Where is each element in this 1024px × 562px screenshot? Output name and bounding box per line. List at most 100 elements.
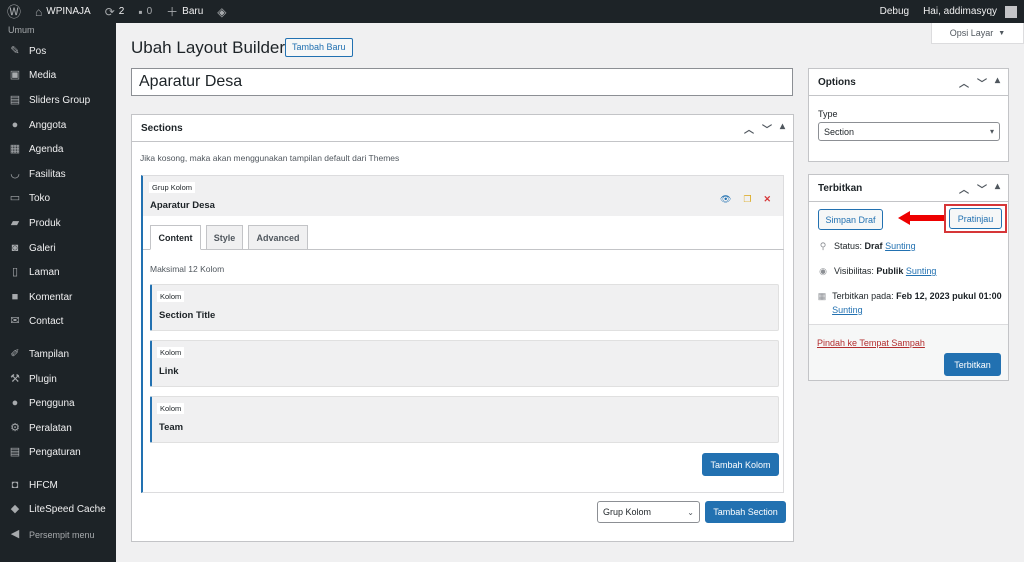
sidebar-item-label: Pos: [29, 45, 47, 57]
toggle-icon[interactable]: ▴: [780, 121, 785, 136]
comments-link[interactable]: ▪ 0: [131, 0, 159, 23]
post-title-input[interactable]: Aparatur Desa: [131, 68, 793, 96]
add-column-button[interactable]: Tambah Kolom: [702, 453, 779, 476]
eye-icon: ◉: [819, 266, 827, 276]
publish-box-header: Terbitkan ︿ ﹀ ▴: [809, 175, 1008, 202]
pin-icon: ✎: [10, 44, 20, 57]
sidebar-item-galeri[interactable]: ◙ Galeri: [0, 236, 116, 261]
wordpress-logo-button[interactable]: Ⓦ: [0, 0, 28, 23]
move-down-icon[interactable]: ﹀: [977, 75, 987, 90]
robot-icon: ◘: [11, 478, 19, 491]
users-icon: ●: [11, 397, 19, 410]
debug-link[interactable]: Debug: [873, 0, 916, 23]
sidebar-item-laman[interactable]: ▯ Laman: [0, 260, 116, 285]
move-up-icon[interactable]: ︿: [959, 181, 969, 196]
sidebar-item-agenda[interactable]: ▦ Agenda: [0, 137, 116, 162]
sidebar-item-label: Komentar: [29, 291, 73, 303]
sidebar-item-label: Produk: [29, 217, 61, 229]
column-item[interactable]: Kolom Link: [150, 340, 779, 387]
status-label: Status:: [834, 241, 863, 251]
edit-status-link[interactable]: Sunting: [885, 241, 916, 251]
collapse-label: Persempit menu: [29, 529, 95, 540]
updates-link[interactable]: ⟳ 2: [98, 0, 132, 23]
new-content-link[interactable]: ＋ Baru: [159, 0, 210, 23]
brush-icon: ✐: [10, 347, 20, 360]
type-select-value: Section: [824, 126, 855, 137]
sidebar-item-tampilan[interactable]: ✐ Tampilan: [0, 342, 116, 367]
move-up-icon[interactable]: ︿: [744, 121, 754, 136]
sidebar-item-media[interactable]: ▣ Media: [0, 64, 116, 89]
edit-date-link[interactable]: Sunting: [832, 305, 863, 315]
add-new-button[interactable]: Tambah Baru: [285, 38, 353, 57]
sidebar-item-pengaturan[interactable]: ▤ Pengaturan: [0, 441, 116, 466]
collapse-menu-button[interactable]: ◀ Persempit menu: [0, 522, 116, 547]
litespeed-bar-button[interactable]: ◈: [210, 0, 233, 23]
section-type-select[interactable]: Grup Kolom ⌄: [597, 501, 700, 523]
comment-icon: ■: [11, 290, 19, 303]
tab-content[interactable]: Content: [150, 225, 201, 250]
calendar-icon: ▦: [9, 143, 21, 156]
toggle-icon[interactable]: ▴: [995, 181, 1000, 196]
max-columns-note: Maksimal 12 Kolom: [150, 264, 225, 274]
type-select[interactable]: Section ▾: [818, 122, 1000, 141]
sidebar-item-label: Tampilan: [29, 348, 70, 360]
column-item[interactable]: Kolom Section Title: [150, 284, 779, 331]
column-group-header[interactable]: Grup Kolom Aparatur Desa 👁 ❐ ✕: [143, 176, 783, 216]
edit-visibility-link[interactable]: Sunting: [906, 266, 937, 276]
sidebar-item-label: Laman: [29, 267, 60, 279]
sidebar-item-sliders-group[interactable]: ▤ Sliders Group: [0, 88, 116, 113]
store-icon: ▭: [9, 192, 21, 205]
mail-icon: ✉: [10, 315, 20, 328]
sidebar-item-fasilitas[interactable]: ◡ Fasilitas: [0, 162, 116, 187]
page-icon: ▯: [11, 266, 19, 279]
sidebar-item-toko[interactable]: ▭ Toko: [0, 187, 116, 212]
tab-style[interactable]: Style: [206, 225, 243, 250]
site-name-link[interactable]: ⌂ WPINAJA: [28, 0, 98, 23]
calendar-icon: ▦: [817, 291, 827, 301]
sidebar-item-pengguna[interactable]: ● Pengguna: [0, 391, 116, 416]
sidebar-item-produk[interactable]: ▰ Produk: [0, 211, 116, 236]
collapse-icon: ◀: [10, 528, 20, 541]
visibility-row: ◉ Visibilitas: Publik Sunting: [817, 264, 1002, 278]
column-title: Section Title: [159, 310, 216, 321]
sidebar-item-hfcm[interactable]: ◘ HFCM: [0, 473, 116, 498]
toggle-icon[interactable]: ▴: [995, 75, 1000, 90]
updates-count: 2: [118, 6, 125, 17]
duplicate-icon[interactable]: ❐: [743, 194, 751, 205]
sidebar-item-contact[interactable]: ✉ Contact: [0, 310, 116, 335]
screen-options-button[interactable]: Opsi Layar ▼: [931, 23, 1024, 44]
tab-advanced[interactable]: Advanced: [248, 225, 308, 250]
move-down-icon[interactable]: ﹀: [977, 181, 987, 196]
column-item[interactable]: Kolom Team: [150, 396, 779, 443]
column-group-title: Aparatur Desa: [150, 200, 215, 211]
move-up-icon[interactable]: ︿: [959, 75, 969, 90]
published-value: Feb 12, 2023 pukul 01:00: [896, 291, 1002, 301]
sidebar-item-pos[interactable]: ✎ Pos: [0, 39, 116, 64]
move-down-icon[interactable]: ﹀: [762, 121, 772, 136]
home-icon: ⌂: [35, 4, 43, 19]
publish-box-title: Terbitkan: [818, 182, 863, 194]
diamond-icon: ◆: [10, 503, 20, 516]
publish-button[interactable]: Terbitkan: [944, 353, 1001, 376]
preview-button[interactable]: Pratinjau: [949, 208, 1002, 229]
site-name: WPINAJA: [46, 6, 91, 17]
screen-options-label: Opsi Layar: [949, 28, 994, 38]
account-menu[interactable]: Hai, addimasyqy: [916, 0, 1024, 23]
camera-icon: ◙: [11, 241, 19, 254]
sidebar-item-litespeed-cache[interactable]: ◆ LiteSpeed Cache: [0, 498, 116, 523]
sidebar-item-plugin[interactable]: ⚒ Plugin: [0, 367, 116, 392]
delete-icon[interactable]: ✕: [763, 194, 771, 205]
eye-icon[interactable]: 👁: [720, 194, 731, 205]
add-section-button[interactable]: Tambah Section: [705, 501, 786, 523]
move-to-trash-link[interactable]: Pindah ke Tempat Sampah: [817, 338, 925, 348]
options-box-header: Options ︿ ﹀ ▴: [809, 69, 1008, 96]
sidebar-item-komentar[interactable]: ■ Komentar: [0, 285, 116, 310]
sidebar-item-peralatan[interactable]: ⚙ Peralatan: [0, 416, 116, 441]
save-draft-button[interactable]: Simpan Draf: [818, 209, 883, 230]
pin-icon: ⚲: [819, 241, 827, 251]
sidebar-item-anggota[interactable]: ● Anggota: [0, 113, 116, 138]
admin-sidebar: Umum ✎ Pos ▣ Media ▤ Sliders Group ● Anggota ▦ Ag…: [0, 23, 116, 562]
sidebar-item-label: Pengaturan: [29, 447, 81, 459]
sidebar-top-label[interactable]: Umum: [0, 23, 116, 39]
caret-down-icon: ▼: [998, 29, 1006, 37]
